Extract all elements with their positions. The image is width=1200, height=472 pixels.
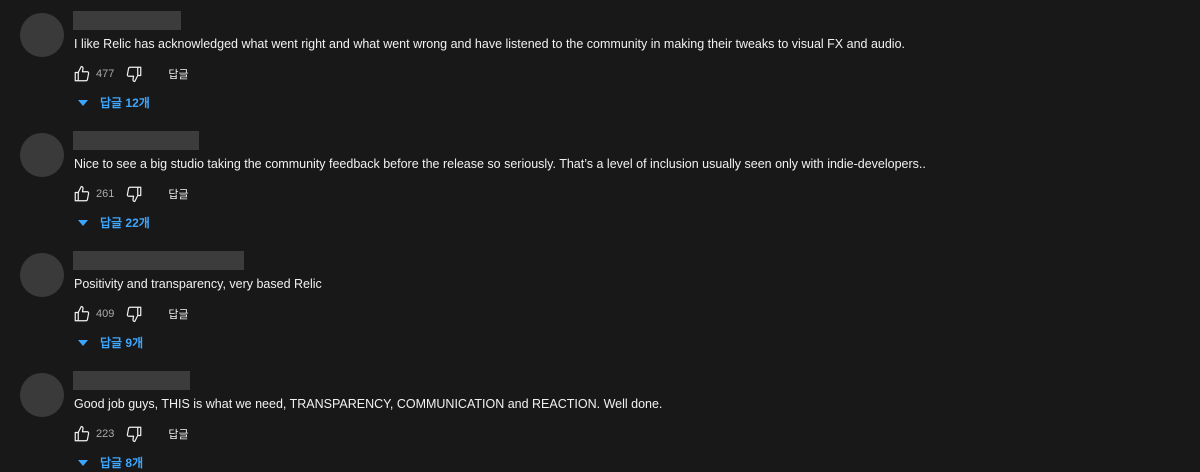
view-replies-button[interactable]: 답글 9개 [78,333,143,351]
thumbs-up-icon[interactable] [72,424,92,444]
avatar[interactable] [20,133,64,177]
like-count: 477 [96,68,115,80]
thumbs-up-icon[interactable] [72,304,92,324]
like-count: 261 [96,188,115,200]
comment-actions: 477 답글 [72,64,189,84]
replies-count-label: 답글 8개 [100,455,144,470]
avatar[interactable] [20,253,64,297]
view-replies-button[interactable]: 답글 8개 [78,453,143,471]
replies-count-label: 답글 22개 [100,215,150,230]
caret-down-icon [78,459,88,466]
view-replies-button[interactable]: 답글 22개 [78,213,150,231]
thumbs-down-icon[interactable] [124,304,144,324]
thumbs-down-icon[interactable] [124,424,144,444]
caret-down-icon [78,99,88,106]
like-count: 409 [96,308,115,320]
author-name-redacted[interactable] [73,11,181,30]
comment-thread: Nice to see a big studio taking the comm… [0,120,1200,240]
reply-button[interactable]: 답글 [168,66,188,82]
author-name-redacted[interactable] [73,131,199,150]
avatar[interactable] [20,13,64,57]
comment-text: Positivity and transparency, very based … [74,277,322,291]
author-name-redacted[interactable] [73,251,244,270]
avatar[interactable] [20,373,64,417]
reply-button[interactable]: 답글 [168,426,188,442]
thumbs-up-icon[interactable] [72,184,92,204]
comment-text: Nice to see a big studio taking the comm… [74,157,926,171]
thumbs-down-icon[interactable] [124,64,144,84]
replies-count-label: 답글 9개 [100,335,144,350]
thumbs-up-icon[interactable] [72,64,92,84]
reply-button[interactable]: 답글 [168,186,188,202]
caret-down-icon [78,339,88,346]
comment-actions: 409 답글 [72,304,189,324]
comment-thread: Good job guys, THIS is what we need, TRA… [0,360,1200,472]
comment-thread: I like Relic has acknowledged what went … [0,0,1200,120]
comment-actions: 261 답글 [72,184,189,204]
author-name-redacted[interactable] [73,371,190,390]
view-replies-button[interactable]: 답글 12개 [78,93,150,111]
comment-actions: 223 답글 [72,424,189,444]
comments-section: I like Relic has acknowledged what went … [0,0,1200,472]
replies-count-label: 답글 12개 [100,95,150,110]
comment-thread: Positivity and transparency, very based … [0,240,1200,360]
caret-down-icon [78,219,88,226]
comment-text: Good job guys, THIS is what we need, TRA… [74,397,663,411]
comment-text: I like Relic has acknowledged what went … [74,37,906,51]
like-count: 223 [96,428,115,440]
thumbs-down-icon[interactable] [124,184,144,204]
reply-button[interactable]: 답글 [168,306,188,322]
